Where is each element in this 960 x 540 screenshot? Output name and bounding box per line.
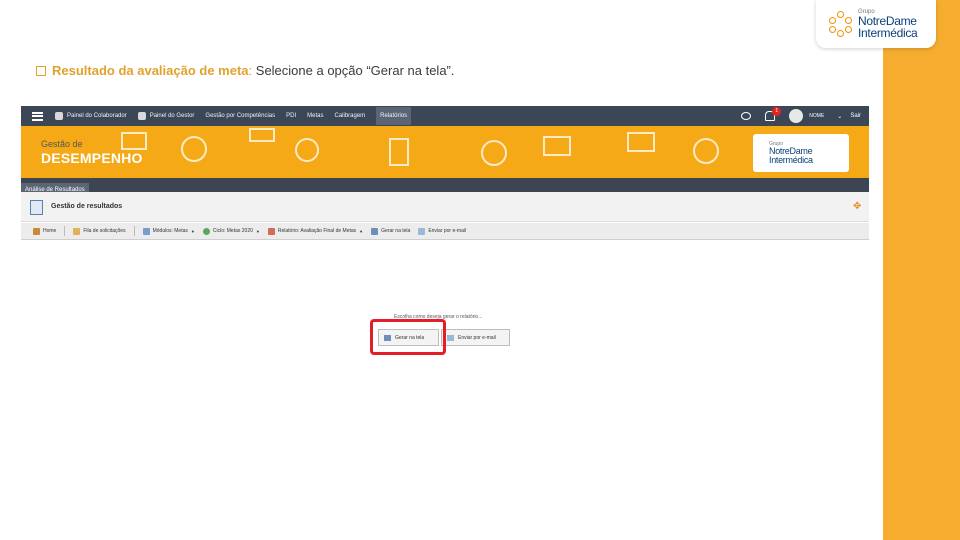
email-icon <box>447 334 454 341</box>
nav-relatorios[interactable]: Relatórios <box>376 107 412 125</box>
toolbar-divider <box>133 226 135 236</box>
logout-link[interactable]: Sair <box>850 113 861 119</box>
page-title: Gestão de resultados <box>51 203 123 210</box>
briefcase-icon <box>543 136 571 156</box>
avatar[interactable] <box>789 109 804 123</box>
toolbar-relatorio[interactable]: Relatório: Avaliação Final de Metas ▼ <box>267 227 363 235</box>
bell-icon[interactable]: 1 <box>765 107 782 121</box>
top-navigation: Painel do Colaborador Painel do Gestor G… <box>21 106 869 126</box>
nav-painel-colaborador[interactable]: Painel do Colaborador <box>55 112 127 120</box>
toolbar-home[interactable]: Home <box>33 227 56 235</box>
report-icon <box>267 227 275 235</box>
gear-user-icon <box>481 140 507 166</box>
logo-name-line2: Intermédica <box>858 26 918 40</box>
users-icon <box>55 112 63 120</box>
chevron-down-icon[interactable]: ⌄ <box>837 113 842 120</box>
toolbar-divider <box>64 226 66 236</box>
logo-flower-icon <box>828 11 854 37</box>
modules-icon <box>142 227 150 235</box>
cycle-icon <box>202 227 210 235</box>
toolbar-modulos[interactable]: Módulos: Metas ▼ <box>142 227 195 235</box>
checkbox-bullet-icon <box>36 66 46 76</box>
notebook-icon <box>30 200 43 215</box>
nav-gestao-competencias[interactable]: Gestão por Competências <box>205 113 275 119</box>
document-icon <box>121 132 147 150</box>
enviar-por-email-button[interactable]: Enviar por e-mail <box>441 329 510 346</box>
slide: Grupo NotreDame Intermédica Resultado da… <box>0 0 960 540</box>
nav-painel-gestor[interactable]: Painel do Gestor <box>137 112 194 120</box>
toolbar: Home Fila de solicitações Módulos: Metas… <box>21 223 869 240</box>
nav-calibragem[interactable]: Calibragem <box>334 113 365 119</box>
monitor-search-icon <box>627 132 655 152</box>
toolbar-ciclo[interactable]: Ciclo: Metas 2020 ▼ <box>202 227 260 235</box>
module-banner: Gestão de DESEMPENHO Grupo NotreDame Int… <box>21 126 869 178</box>
chat-icon[interactable] <box>741 112 752 120</box>
mail-icon <box>249 128 275 142</box>
side-accent-band <box>883 0 960 540</box>
home-icon <box>33 227 40 235</box>
nav-pdi[interactable]: PDI <box>286 113 296 119</box>
email-icon <box>418 227 426 235</box>
team-icon <box>693 138 719 164</box>
instruction-text: Resultado da avaliação de meta: Selecion… <box>36 63 455 78</box>
breadcrumb: Análise de Resultados <box>21 178 869 197</box>
menu-icon[interactable] <box>32 111 43 121</box>
nav-metas[interactable]: Metas <box>307 113 323 119</box>
toolbar-fila-solicitacoes[interactable]: Fila de solicitações <box>73 227 126 235</box>
instruction-heading: Resultado da avaliação de meta <box>52 63 249 78</box>
page-header: Gestão de resultados ✥ <box>21 192 869 222</box>
toolbar-gerar-na-tela[interactable]: Gerar na tela <box>371 227 410 235</box>
team-icon <box>181 136 207 162</box>
clipboard-icon <box>389 138 409 166</box>
monitor-icon <box>371 227 379 235</box>
notification-badge: 1 <box>772 107 782 116</box>
instruction-body: Selecione a opção “Gerar na tela”. <box>252 63 455 78</box>
toolbar-enviar-email[interactable]: Enviar por e-mail <box>418 227 466 235</box>
manager-icon <box>137 112 146 120</box>
banner-title: DESEMPENHO <box>41 150 143 166</box>
company-logo: Grupo NotreDame Intermédica <box>816 0 936 48</box>
move-icon[interactable]: ✥ <box>853 202 863 212</box>
queue-icon <box>73 227 81 235</box>
app-screenshot: Painel do Colaborador Painel do Gestor G… <box>21 106 869 240</box>
banner-logo: Grupo NotreDame Intermédica <box>753 134 849 172</box>
clock-icon <box>295 138 319 162</box>
banner-subtitle: Gestão de <box>41 139 83 149</box>
user-name[interactable]: NOME <box>809 113 829 119</box>
highlight-box <box>370 319 446 355</box>
